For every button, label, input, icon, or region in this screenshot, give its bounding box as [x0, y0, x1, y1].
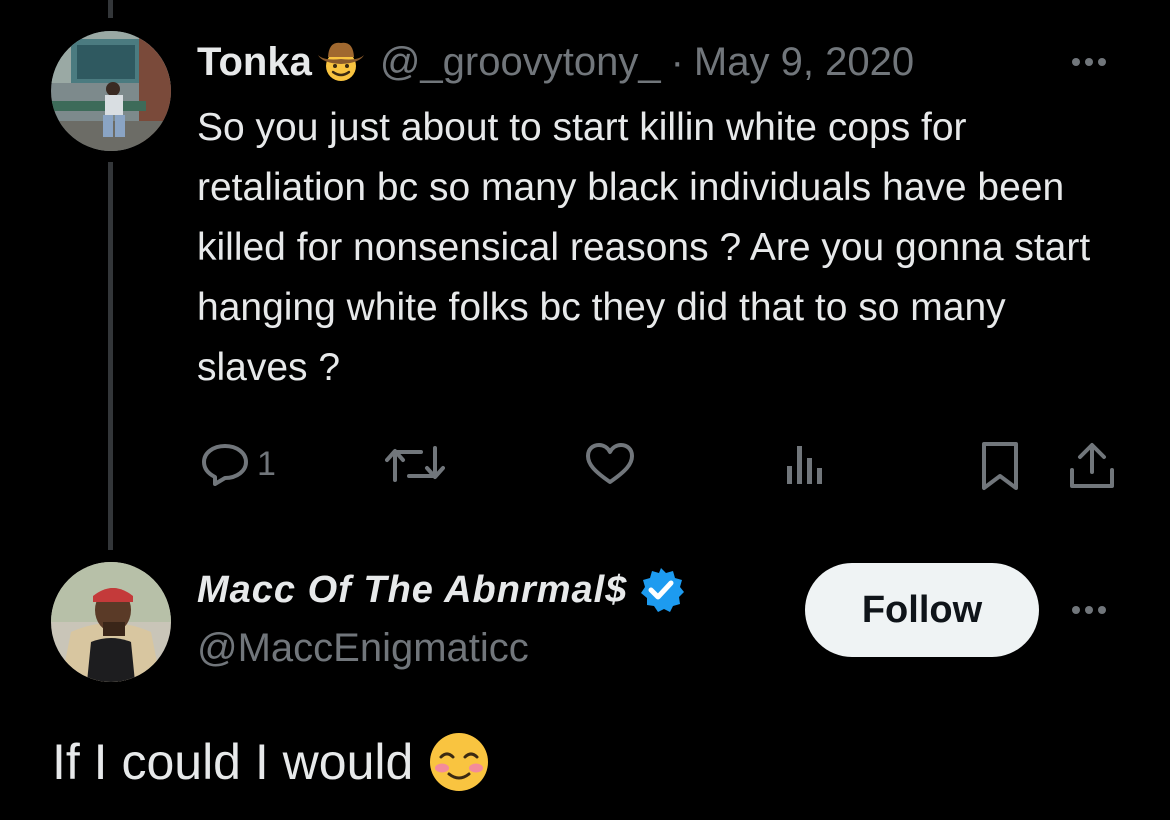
display-name[interactable]: Macc Of The Abnrmal$	[197, 569, 627, 612]
views-chart-icon	[787, 446, 822, 484]
separator-dot: ·	[670, 39, 684, 84]
retweet-button[interactable]	[385, 440, 445, 488]
avatar-photo-icon	[51, 31, 171, 151]
display-name[interactable]: Tonka	[197, 40, 312, 85]
bookmark-button[interactable]	[978, 440, 1022, 492]
retweet-icon	[385, 446, 445, 482]
like-button[interactable]	[584, 440, 636, 488]
tweet-text: So you just about to start killin white …	[197, 106, 1091, 389]
handle[interactable]: @MaccEnigmaticc	[197, 626, 529, 671]
smiling-face-blushing-icon	[430, 733, 489, 791]
reply-button[interactable]: 1	[199, 440, 276, 488]
verified-badge-icon[interactable]	[637, 566, 685, 614]
more-icon[interactable]	[1072, 606, 1106, 614]
handle[interactable]: @_groovytony_	[380, 40, 661, 85]
tonka-avatar[interactable]	[51, 31, 171, 151]
tweet-2-body: If I could I would	[52, 730, 491, 794]
thread-line	[108, 162, 113, 550]
tweet-date[interactable]: May 9, 2020	[694, 40, 914, 85]
avatar-photo-icon	[51, 562, 171, 682]
thread-line	[108, 0, 113, 18]
share-icon	[1070, 443, 1114, 488]
tweet-1-header: Tonka @_groovytony_ · May 9, 2020	[197, 36, 914, 88]
tweet-text: If I could I would	[52, 734, 414, 790]
tweet-2-name-row: Macc Of The Abnrmal$	[197, 566, 685, 614]
bookmark-icon	[982, 442, 1018, 490]
share-button[interactable]	[1068, 440, 1116, 492]
cowboy-hat-face-icon	[316, 37, 366, 88]
macc-avatar[interactable]	[51, 562, 171, 682]
reply-icon	[202, 444, 248, 486]
views-button[interactable]	[785, 440, 829, 488]
like-heart-icon	[586, 443, 634, 484]
follow-button[interactable]: Follow	[805, 563, 1039, 657]
reply-count: 1	[257, 444, 276, 483]
more-icon[interactable]	[1072, 58, 1106, 66]
